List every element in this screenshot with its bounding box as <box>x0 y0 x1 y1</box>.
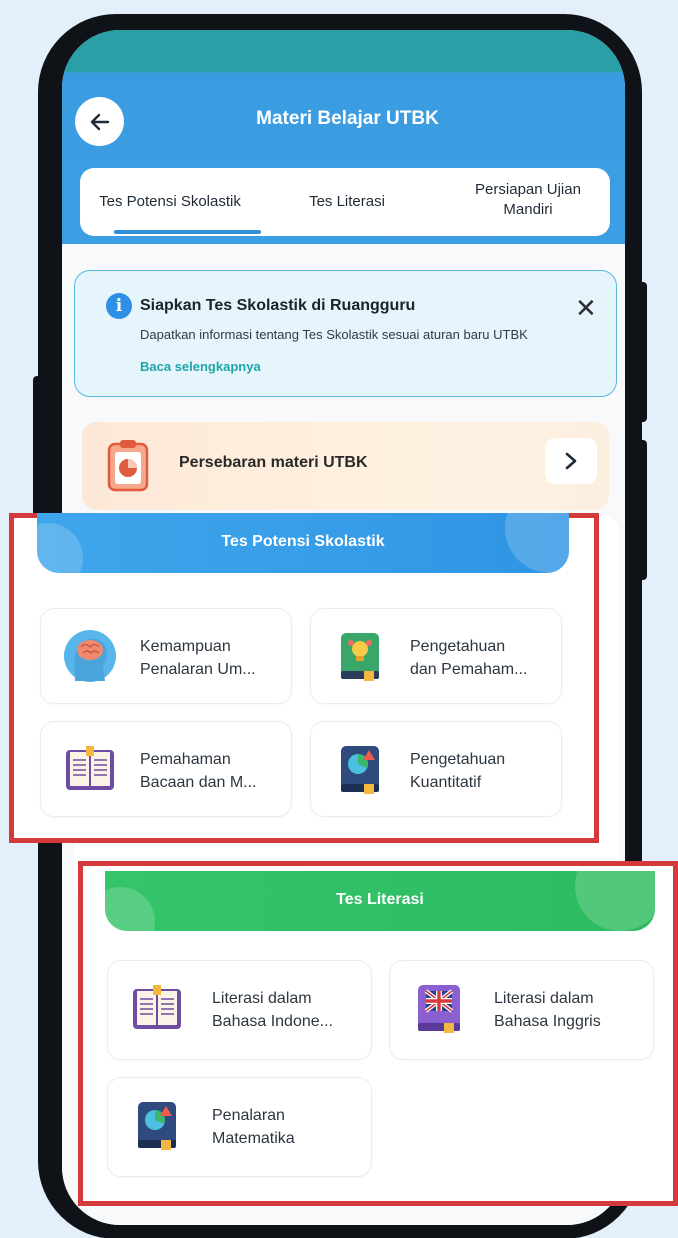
tab-tes-potensi-skolastik[interactable]: Tes Potensi Skolastik <box>90 192 250 212</box>
distribution-card[interactable]: Persebaran materi UTBK <box>82 422 609 510</box>
item-label-line2: Bahasa Indone... <box>212 1013 333 1030</box>
literasi-highlight-box: Tes Literasi Literasi dalam Bahasa Indon… <box>78 861 678 1206</box>
info-banner-title: Siapkan Tes Skolastik di Ruangguru <box>140 297 416 314</box>
skolastik-section-header: Tes Potensi Skolastik <box>37 513 569 573</box>
info-banner: i Siapkan Tes Skolastik di Ruangguru Dap… <box>74 270 617 397</box>
clipboard-chart-icon <box>107 440 149 492</box>
item-label-line1: Literasi dalam <box>212 990 312 1007</box>
open-book-icon <box>133 985 181 1029</box>
literasi-section-title: Tes Literasi <box>336 891 424 908</box>
brain-head-icon <box>64 630 116 682</box>
item-pemahaman-bacaan-menulis[interactable]: Pemahaman Bacaan dan M... <box>40 721 292 817</box>
item-literasi-bahasa-indonesia[interactable]: Literasi dalam Bahasa Indone... <box>107 960 372 1060</box>
item-label-line2: dan Pemaham... <box>410 661 528 678</box>
info-banner-description: Dapatkan informasi tentang Tes Skolastik… <box>140 327 528 342</box>
item-literasi-bahasa-inggris[interactable]: Literasi dalam Bahasa Inggris <box>389 960 654 1060</box>
tab-label-line1: Persiapan Ujian <box>475 181 581 198</box>
book-uk-flag-icon <box>418 985 460 1033</box>
item-label: Pengetahuan Kuantitatif <box>410 748 560 794</box>
info-icon: i <box>106 293 132 319</box>
page-title: Materi Belajar UTBK <box>256 108 439 129</box>
open-book-icon <box>66 746 114 790</box>
item-label: Pemahaman Bacaan dan M... <box>140 748 290 794</box>
item-label-line1: Literasi dalam <box>494 990 594 1007</box>
distribution-label: Persebaran materi UTBK <box>179 454 368 471</box>
item-label: Literasi dalam Bahasa Indone... <box>212 987 362 1033</box>
item-label: Penalaran Matematika <box>212 1104 362 1150</box>
item-label-line1: Pemahaman <box>140 751 231 768</box>
item-label: Literasi dalam Bahasa Inggris <box>494 987 644 1033</box>
tab-bar: Tes Potensi Skolastik Tes Literasi Persi… <box>80 168 610 236</box>
item-pengetahuan-pemahaman-umum[interactable]: Pengetahuan dan Pemaham... <box>310 608 562 704</box>
tab-tes-literasi[interactable]: Tes Literasi <box>292 192 402 212</box>
item-label-line2: Penalaran Um... <box>140 661 256 678</box>
item-label-line2: Bahasa Inggris <box>494 1013 601 1030</box>
read-more-link[interactable]: Baca selengkapnya <box>140 359 261 374</box>
literasi-section-header: Tes Literasi <box>105 871 655 931</box>
status-bar <box>62 30 625 72</box>
distribution-arrow-button[interactable] <box>545 438 597 484</box>
close-icon[interactable]: ✕ <box>575 293 597 324</box>
item-kemampuan-penalaran-umum[interactable]: Kemampuan Penalaran Um... <box>40 608 292 704</box>
item-penalaran-matematika[interactable]: Penalaran Matematika <box>107 1077 372 1177</box>
tab-label-line2: Mandiri <box>503 201 553 218</box>
book-chart-icon <box>341 746 379 794</box>
item-label-line1: Kemampuan <box>140 638 231 655</box>
item-label-line2: Matematika <box>212 1130 295 1147</box>
chevron-right-icon <box>565 452 577 470</box>
item-label-line1: Penalaran <box>212 1107 285 1124</box>
tab-persiapan-ujian-mandiri[interactable]: Persiapan Ujian Mandiri <box>448 180 608 220</box>
item-label: Kemampuan Penalaran Um... <box>140 635 290 681</box>
book-bulb-icon <box>341 633 379 681</box>
skolastik-section-title: Tes Potensi Skolastik <box>221 533 385 550</box>
item-label-line2: Bacaan dan M... <box>140 774 257 791</box>
item-label-line1: Pengetahuan <box>410 638 506 655</box>
item-label: Pengetahuan dan Pemaham... <box>410 635 560 681</box>
item-label-line1: Pengetahuan <box>410 751 506 768</box>
item-pengetahuan-kuantitatif[interactable]: Pengetahuan Kuantitatif <box>310 721 562 817</box>
skolastik-highlight-box: Tes Potensi Skolastik Kemampuan Penalara… <box>9 513 599 843</box>
item-label-line2: Kuantitatif <box>410 774 482 791</box>
book-chart-icon <box>138 1102 176 1150</box>
active-tab-indicator <box>114 230 261 234</box>
